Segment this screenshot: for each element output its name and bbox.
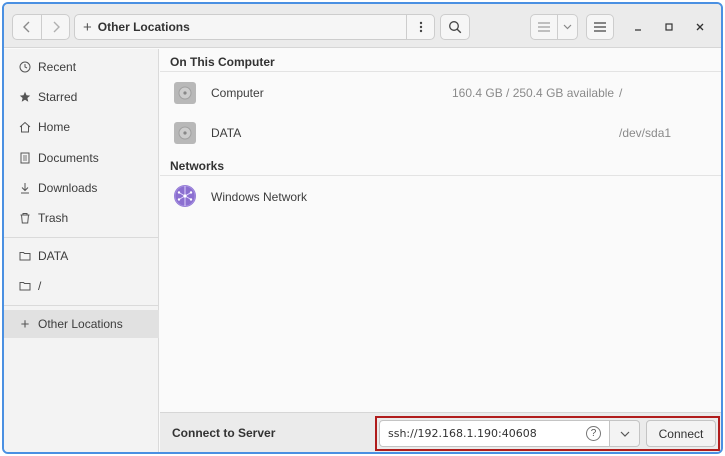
sidebar-item-label: Downloads bbox=[38, 181, 98, 195]
sidebar-item-label: Starred bbox=[38, 90, 78, 104]
folder-icon bbox=[18, 279, 32, 293]
location-name: Computer bbox=[211, 86, 264, 100]
sidebar-item-home[interactable]: Home bbox=[4, 113, 159, 141]
section-divider bbox=[160, 175, 721, 176]
mount-path: /dev/sda1 bbox=[619, 126, 672, 140]
location-path[interactable]: + Other Locations bbox=[75, 15, 406, 39]
main-menu-button[interactable] bbox=[586, 14, 614, 40]
maximize-icon bbox=[665, 23, 673, 31]
star-icon bbox=[18, 90, 32, 104]
mount-path: / bbox=[619, 86, 623, 100]
connect-to-server-bar: Connect to Server ssh://192.168.1.190:40… bbox=[160, 412, 721, 452]
sidebar-item-root[interactable]: / bbox=[4, 272, 159, 300]
location-row-computer[interactable]: Computer 160.4 GB / 250.4 GB available / bbox=[160, 73, 721, 111]
header-bar: + Other Locations bbox=[4, 4, 721, 48]
search-button[interactable] bbox=[440, 14, 470, 40]
connect-to-server-label: Connect to Server bbox=[172, 426, 276, 440]
sidebar-item-recent[interactable]: Recent bbox=[4, 53, 159, 81]
sidebar-item-label: Documents bbox=[38, 151, 99, 165]
maximize-button[interactable] bbox=[660, 18, 678, 36]
chevron-right-icon bbox=[53, 21, 60, 33]
search-icon bbox=[449, 21, 462, 34]
location-row-data[interactable]: DATA /dev/sda1 bbox=[160, 113, 721, 151]
back-button[interactable] bbox=[13, 15, 41, 39]
view-options bbox=[530, 14, 578, 40]
list-view-button[interactable] bbox=[531, 15, 557, 39]
location-label: Other Locations bbox=[97, 20, 190, 34]
sidebar-divider bbox=[4, 237, 159, 238]
sidebar-item-data[interactable]: DATA bbox=[4, 242, 159, 270]
sidebar-item-label: / bbox=[38, 279, 42, 293]
home-icon bbox=[18, 120, 32, 134]
sidebar-item-label: Recent bbox=[38, 60, 77, 74]
sidebar-item-documents[interactable]: Documents bbox=[4, 144, 159, 172]
recent-servers-dropdown[interactable] bbox=[610, 420, 640, 447]
list-icon bbox=[538, 22, 550, 32]
view-dropdown-button[interactable] bbox=[557, 15, 577, 39]
main-content: On This Computer Computer 160.4 GB / 250… bbox=[160, 49, 721, 412]
minimize-button[interactable] bbox=[629, 18, 647, 36]
sidebar-item-label: Trash bbox=[38, 211, 69, 225]
sidebar-item-downloads[interactable]: Downloads bbox=[4, 174, 159, 202]
forward-button[interactable] bbox=[41, 15, 69, 39]
close-button[interactable] bbox=[691, 18, 709, 36]
connect-button[interactable]: Connect bbox=[646, 420, 716, 447]
download-icon bbox=[18, 181, 32, 195]
hamburger-icon bbox=[594, 22, 606, 32]
location-row-windows-network[interactable]: Windows Network bbox=[160, 177, 721, 215]
document-icon bbox=[18, 151, 32, 165]
sidebar-item-label: Home bbox=[38, 120, 71, 134]
vertical-dots-icon bbox=[419, 21, 422, 33]
sidebar-divider bbox=[4, 305, 159, 306]
server-address-input[interactable]: ssh://192.168.1.190:40608 ? bbox=[379, 420, 610, 447]
section-divider bbox=[160, 71, 721, 72]
chevron-down-icon bbox=[620, 431, 629, 437]
close-icon bbox=[696, 23, 704, 31]
section-title-on-this-computer: On This Computer bbox=[170, 55, 275, 69]
location-bar: + Other Locations bbox=[74, 14, 435, 40]
server-address-value: ssh://192.168.1.190:40608 bbox=[388, 427, 537, 440]
clock-icon bbox=[18, 60, 32, 74]
sidebar: Recent Starred Home Documents Downloads bbox=[4, 49, 159, 452]
chevron-down-icon bbox=[563, 24, 572, 30]
location-name: DATA bbox=[211, 126, 242, 140]
sidebar-item-label: DATA bbox=[38, 249, 69, 263]
navigation-buttons bbox=[12, 14, 70, 40]
trash-icon bbox=[18, 211, 32, 225]
folder-icon bbox=[18, 249, 32, 263]
sidebar-item-label: Other Locations bbox=[38, 317, 123, 331]
file-manager-window: + Other Locations Recent Starred Home Do… bbox=[2, 2, 723, 454]
sidebar-item-starred[interactable]: Starred bbox=[4, 83, 159, 111]
location-menu-button[interactable] bbox=[406, 15, 434, 39]
drive-icon bbox=[174, 122, 196, 144]
sidebar-item-trash[interactable]: Trash bbox=[4, 204, 159, 232]
plus-icon: + bbox=[83, 18, 92, 36]
help-icon[interactable]: ? bbox=[586, 426, 601, 441]
drive-icon bbox=[174, 82, 196, 104]
storage-usage: 160.4 GB / 250.4 GB available bbox=[452, 86, 615, 100]
sidebar-item-other-locations[interactable]: + Other Locations bbox=[4, 310, 159, 338]
plus-icon: + bbox=[20, 315, 30, 333]
section-title-networks: Networks bbox=[170, 159, 225, 173]
minimize-icon bbox=[635, 29, 641, 31]
network-icon bbox=[174, 185, 196, 207]
location-name: Windows Network bbox=[211, 190, 308, 204]
chevron-left-icon bbox=[23, 21, 30, 33]
